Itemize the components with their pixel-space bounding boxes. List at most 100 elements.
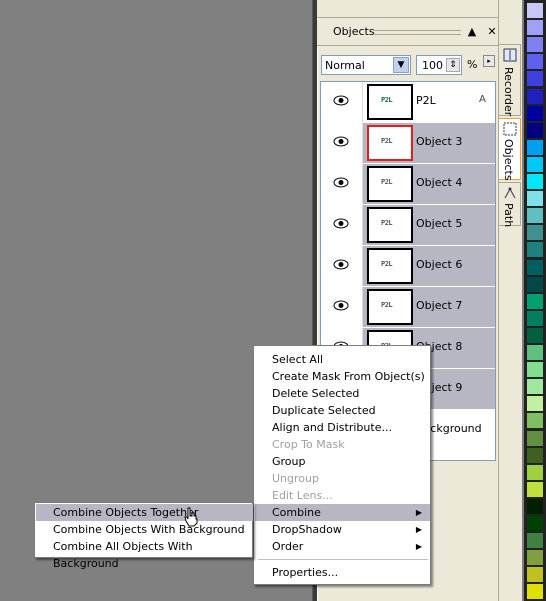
submenu-arrow-icon: ▶ — [415, 542, 422, 551]
tab-recorder[interactable]: Recorder — [499, 44, 521, 116]
color-swatch[interactable] — [526, 36, 544, 54]
panel-title: Objects — [333, 25, 375, 38]
object-thumbnail[interactable]: P2L — [367, 84, 413, 120]
thumbnail-logo: P2L — [381, 178, 393, 186]
menu-separator — [258, 559, 428, 560]
color-swatch[interactable] — [526, 173, 544, 190]
color-swatch[interactable] — [526, 138, 544, 156]
object-name: P2L — [416, 94, 436, 107]
color-palette — [524, 0, 546, 601]
color-swatch[interactable] — [526, 395, 544, 413]
color-swatch[interactable] — [526, 104, 544, 122]
color-swatch[interactable] — [526, 275, 544, 293]
collapse-icon[interactable]: ▲ — [465, 24, 479, 40]
color-swatch[interactable] — [526, 378, 544, 396]
color-swatch[interactable] — [526, 463, 544, 481]
color-swatch[interactable] — [526, 121, 544, 139]
panel-top-stub — [317, 0, 498, 18]
menu-item-duplicate-selected[interactable]: Duplicate Selected — [255, 402, 430, 419]
submenu-arrow-icon: ▶ — [415, 508, 422, 517]
combine-submenu: Combine Objects Together Combine Objects… — [34, 502, 253, 570]
menu-item-delete-selected[interactable]: Delete Selected — [255, 385, 430, 402]
color-swatch[interactable] — [526, 241, 544, 259]
color-swatch[interactable] — [526, 497, 544, 515]
color-swatch[interactable] — [526, 224, 544, 242]
color-swatch[interactable] — [526, 566, 544, 584]
thumbnail-logo: P2L — [381, 301, 393, 309]
object-thumbnail[interactable]: P2L — [367, 125, 413, 161]
color-swatch[interactable] — [526, 70, 544, 88]
menu-item-properties[interactable]: Properties... — [255, 564, 430, 581]
color-swatch[interactable] — [526, 309, 544, 327]
tab-objects[interactable]: Objects — [499, 118, 521, 181]
visibility-toggle[interactable] — [321, 82, 363, 122]
visibility-toggle[interactable] — [321, 287, 363, 327]
color-swatch[interactable] — [526, 480, 544, 498]
visibility-toggle[interactable] — [321, 246, 363, 286]
menu-item-order[interactable]: Order ▶ — [255, 538, 430, 555]
menu-item-align-distribute[interactable]: Align and Distribute... — [255, 419, 430, 436]
object-thumbnail[interactable]: P2L — [367, 166, 413, 202]
panel-menu-button[interactable]: ▸ — [483, 55, 495, 67]
tab-objects-label: Objects — [502, 139, 515, 181]
visibility-toggle[interactable] — [321, 164, 363, 204]
color-swatch[interactable] — [526, 190, 544, 208]
titlebar-grip[interactable] — [373, 30, 461, 35]
eye-icon — [333, 177, 349, 188]
color-swatch[interactable] — [526, 446, 544, 464]
eye-icon — [333, 259, 349, 270]
menu-item-ungroup: Ungroup — [272, 472, 319, 485]
objects-icon — [503, 122, 517, 136]
color-swatch[interactable] — [526, 155, 544, 173]
table-row[interactable]: P2L Object 3 — [321, 123, 495, 163]
color-swatch[interactable] — [526, 549, 544, 567]
color-swatch[interactable] — [526, 412, 544, 430]
table-row[interactable]: P2L Object 5 — [321, 205, 495, 245]
object-name: Object 5 — [416, 217, 463, 230]
color-swatch[interactable] — [526, 532, 544, 550]
path-icon — [504, 187, 516, 199]
spinner-icon[interactable]: ⇕ — [446, 58, 460, 72]
visibility-toggle[interactable] — [321, 205, 363, 245]
object-thumbnail[interactable]: P2L — [367, 248, 413, 284]
object-thumbnail[interactable]: P2L — [367, 289, 413, 325]
table-row[interactable]: P2L Object 4 — [321, 164, 495, 204]
menu-item-dropshadow[interactable]: DropShadow ▶ — [255, 521, 430, 538]
color-swatch[interactable] — [526, 87, 544, 105]
visibility-toggle[interactable] — [321, 123, 363, 163]
object-thumbnail[interactable]: P2L — [367, 207, 413, 243]
color-swatch[interactable] — [526, 207, 544, 225]
color-swatch[interactable] — [526, 515, 544, 532]
color-swatch[interactable] — [526, 429, 544, 447]
tab-path[interactable]: Path — [499, 182, 521, 227]
table-row[interactable]: P2L Object 7 — [321, 287, 495, 327]
percent-label: % — [467, 58, 478, 71]
color-swatch[interactable] — [526, 326, 544, 344]
eye-icon — [333, 218, 349, 229]
color-swatch[interactable] — [526, 583, 544, 601]
close-icon[interactable]: ✕ — [485, 24, 499, 40]
submenu-item-combine-with-background[interactable]: Combine Objects With Background — [36, 521, 253, 538]
thumbnail-logo: P2L — [381, 96, 393, 104]
submenu-item-combine-all-with-background[interactable]: Combine All Objects With Background — [36, 538, 253, 570]
table-row[interactable]: P2L Object 6 — [321, 246, 495, 286]
color-swatch[interactable] — [526, 258, 544, 276]
color-swatch[interactable] — [526, 19, 544, 37]
blend-mode-select[interactable]: Normal ▼ — [321, 55, 411, 75]
menu-item-combine[interactable]: Combine ▶ — [255, 504, 430, 521]
tab-recorder-label: Recorder — [502, 67, 515, 117]
color-swatch[interactable] — [526, 344, 544, 361]
color-swatch[interactable] — [526, 361, 544, 379]
table-row[interactable]: P2L P2L A — [321, 82, 495, 122]
color-swatch[interactable] — [526, 292, 544, 310]
opacity-field[interactable]: 100 ⇕ — [416, 55, 462, 75]
menu-item-create-mask[interactable]: Create Mask From Object(s) — [255, 368, 430, 385]
menu-item-order-label: Order — [272, 540, 304, 553]
menu-item-select-all[interactable]: Select All — [255, 351, 430, 368]
submenu-arrow-icon: ▶ — [415, 525, 422, 534]
submenu-item-combine-together[interactable]: Combine Objects Together — [36, 504, 253, 521]
color-swatch[interactable] — [526, 53, 544, 71]
chevron-down-icon[interactable]: ▼ — [393, 57, 409, 73]
color-swatch[interactable] — [526, 2, 544, 19]
menu-item-group[interactable]: Group — [255, 453, 430, 470]
